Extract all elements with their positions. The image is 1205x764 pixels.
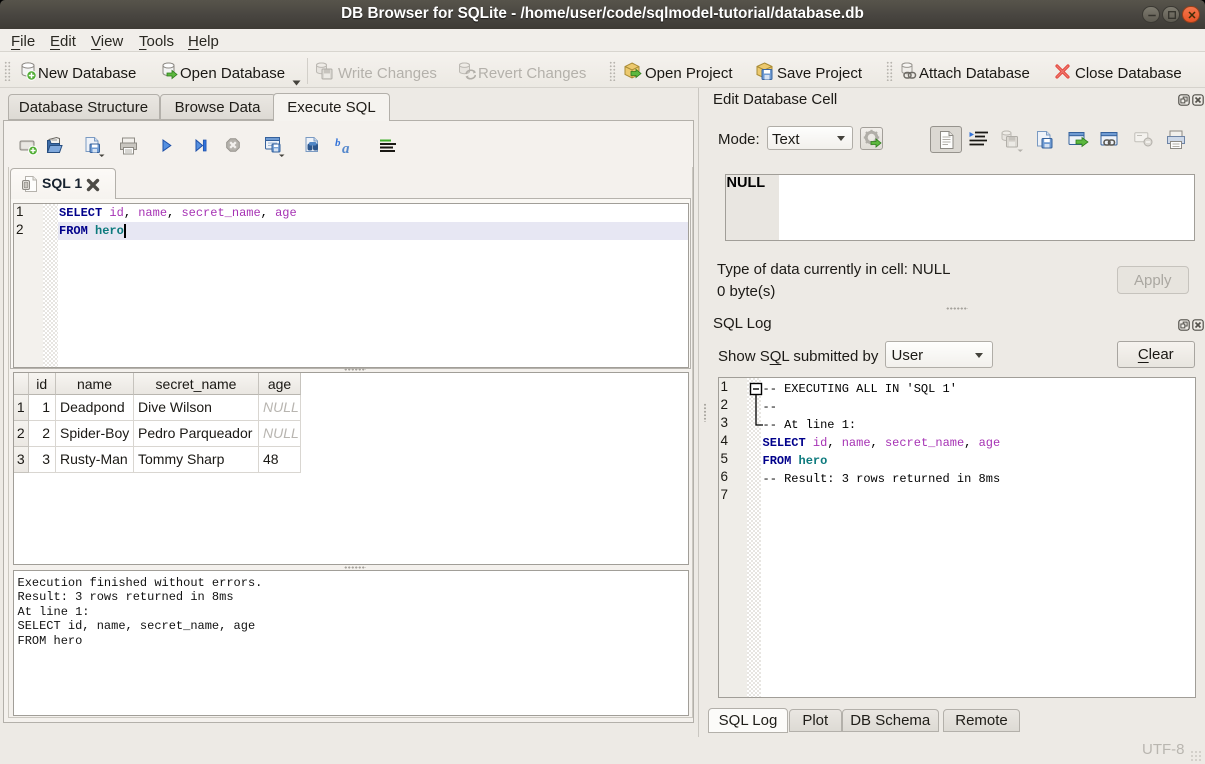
svg-text:b: b <box>335 137 341 149</box>
svg-text:a: a <box>342 141 350 156</box>
